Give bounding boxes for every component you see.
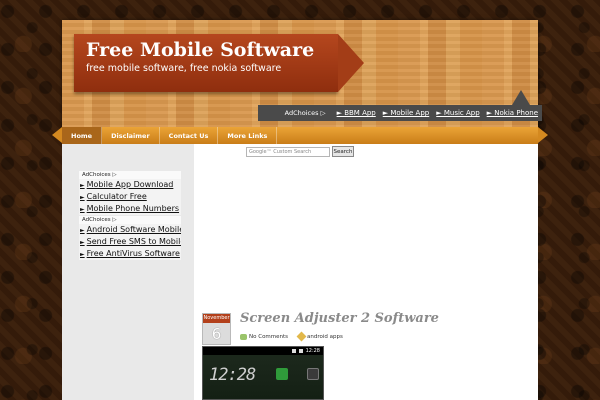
sidebar-link-free-antivirus-software[interactable]: ► Free AntiVirus Software bbox=[79, 248, 181, 260]
adchoices-label[interactable]: AdChoices ▷ bbox=[285, 109, 326, 117]
sidebar-link-calculator-free[interactable]: ► Calculator Free bbox=[79, 191, 181, 203]
adchoices-label[interactable]: AdChoices ▷ bbox=[79, 216, 181, 224]
triangle-icon: ► bbox=[80, 182, 85, 189]
triangle-icon: ► bbox=[80, 194, 85, 201]
post-comments-label: No Comments bbox=[249, 333, 289, 340]
sidebar-ad-block-1: AdChoices ▷ ► Mobile App Download ► Calcul… bbox=[79, 171, 181, 215]
ad-links-bar: AdChoices ▷ ► BBM App ► Mobile App ► Mus… bbox=[258, 105, 542, 121]
phone-status-bar: 12:28 bbox=[203, 347, 323, 355]
link-label: Calculator Free bbox=[86, 192, 147, 201]
link-label: Send Free SMS to Mobile bbox=[86, 237, 181, 246]
adbar-tip bbox=[512, 90, 530, 105]
post-comments[interactable]: No Comments bbox=[240, 333, 289, 340]
search-input[interactable]: Google™ Custom Search bbox=[246, 147, 330, 157]
ad-link-nokia-phone[interactable]: ► Nokia Phone bbox=[487, 109, 538, 117]
tag-icon bbox=[296, 331, 307, 342]
nav-item-more-links[interactable]: More Links bbox=[218, 127, 278, 144]
nav-item-contact-us[interactable]: Contact Us bbox=[160, 127, 219, 144]
page: Free Mobile Software free mobile softwar… bbox=[0, 0, 600, 400]
signal-icon bbox=[291, 349, 296, 353]
phone-status-time: 12:28 bbox=[305, 348, 320, 354]
nav-item-disclaimer[interactable]: Disclaimer bbox=[102, 127, 160, 144]
ad-link-mobile-app[interactable]: ► Mobile App bbox=[383, 109, 429, 117]
post-screenshot-image: 12:28 12:28 bbox=[202, 346, 324, 400]
link-label: Android Software Mobile bbox=[86, 225, 181, 234]
ad-link-bbm-app[interactable]: ► BBM App bbox=[337, 109, 376, 117]
comment-icon bbox=[240, 333, 247, 340]
site-title[interactable]: Free Mobile Software bbox=[86, 39, 314, 61]
battery-icon bbox=[298, 349, 303, 353]
title-banner-arrow bbox=[338, 34, 364, 92]
sidebar-link-send-free-sms[interactable]: ► Send Free SMS to Mobile bbox=[79, 236, 181, 248]
post-category[interactable]: android apps bbox=[296, 331, 343, 342]
phone-clock-widget: 12:28 bbox=[209, 365, 256, 385]
app-icon bbox=[276, 368, 288, 380]
nav-right-tip bbox=[538, 127, 548, 143]
post-date-month: November bbox=[203, 314, 230, 323]
main-nav: Home Disclaimer Contact Us More Links bbox=[62, 127, 538, 144]
sidebar-link-mobile-phone-numbers[interactable]: ► Mobile Phone Numbers bbox=[79, 203, 181, 215]
nav-left-tip bbox=[52, 127, 62, 143]
ad-link-music-app[interactable]: ► Music App bbox=[436, 109, 479, 117]
link-label: Free AntiVirus Software bbox=[86, 249, 180, 258]
link-label: Mobile App Download bbox=[86, 180, 174, 189]
sidebar-link-android-software-mobile[interactable]: ► Android Software Mobile bbox=[79, 224, 181, 236]
triangle-icon: ► bbox=[80, 251, 85, 258]
post-date-day: 6 bbox=[211, 325, 222, 343]
site-description: free mobile software, free nokia softwar… bbox=[86, 63, 282, 74]
triangle-icon: ► bbox=[80, 227, 85, 234]
app-icon bbox=[307, 368, 319, 380]
triangle-icon: ► bbox=[80, 239, 85, 246]
search-button[interactable]: Search bbox=[332, 146, 354, 157]
sidebar-ad-block-2: AdChoices ▷ ► Android Software Mobile ► Se… bbox=[79, 216, 181, 260]
sidebar-link-mobile-app-download[interactable]: ► Mobile App Download bbox=[79, 179, 181, 191]
link-label: Mobile Phone Numbers bbox=[86, 204, 180, 213]
triangle-icon: ► bbox=[80, 206, 85, 213]
nav-item-home[interactable]: Home bbox=[62, 127, 103, 144]
post-meta: No Comments android apps bbox=[240, 331, 343, 342]
post-category-label: android apps bbox=[307, 333, 343, 340]
adchoices-label[interactable]: AdChoices ▷ bbox=[79, 171, 181, 179]
post-date-badge: November 6 bbox=[202, 313, 231, 345]
post-title[interactable]: Screen Adjuster 2 Software bbox=[240, 311, 439, 326]
